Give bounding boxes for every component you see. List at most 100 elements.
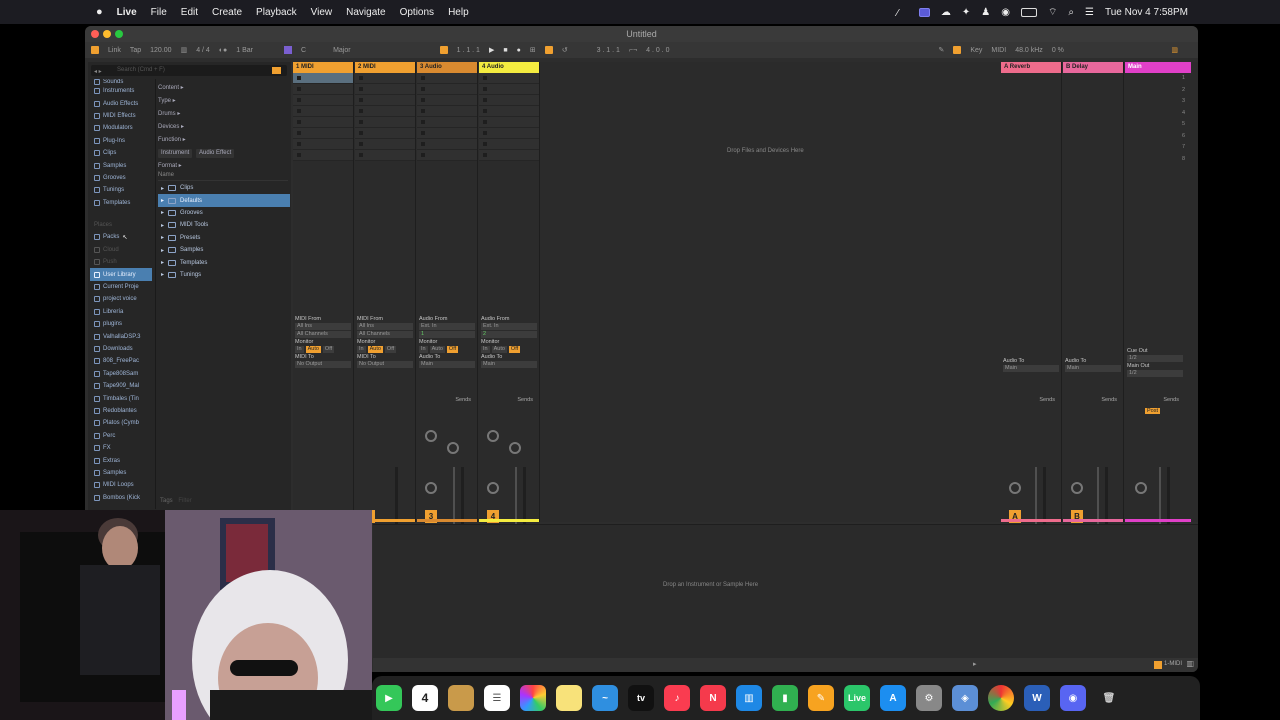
send-b-knob[interactable]: [447, 442, 459, 454]
photos-icon[interactable]: [520, 685, 546, 711]
track-header[interactable]: 3 Audio: [417, 62, 477, 73]
send-a-knob[interactable]: [487, 430, 499, 442]
input-channel-select[interactable]: All Channels: [295, 331, 351, 338]
sidebar-item-redoblantes[interactable]: Redoblantes: [90, 405, 152, 417]
sidebar-item-instruments[interactable]: Instruments: [90, 85, 152, 97]
monitor-auto-button[interactable]: Auto: [367, 346, 383, 353]
pan-knob[interactable]: [1009, 482, 1021, 494]
clip-slot[interactable]: [355, 128, 415, 139]
close-window-button[interactable]: [91, 30, 99, 38]
browser-divider[interactable]: [155, 79, 156, 509]
spark-icon[interactable]: ✦: [962, 7, 970, 18]
output-select[interactable]: No Output: [295, 361, 351, 368]
expand-arrow-icon[interactable]: ▸: [161, 209, 164, 216]
menu-navigate[interactable]: Navigate: [339, 7, 392, 18]
draw-mode-icon[interactable]: ✎: [938, 46, 944, 54]
clip-slot[interactable]: [479, 150, 539, 161]
input-type-select[interactable]: All Ins: [295, 323, 351, 330]
clip-slot[interactable]: [293, 73, 353, 84]
menubar-clock[interactable]: Tue Nov 4 7:58PM: [1105, 7, 1188, 18]
apple-menu-icon[interactable]: ●: [0, 6, 110, 18]
sidebar-item-tape909[interactable]: Tape909_Mal: [90, 380, 152, 392]
clip-slot[interactable]: [355, 139, 415, 150]
time-signature-field[interactable]: 4 / 4: [196, 47, 210, 54]
sidebar-item-bombos[interactable]: Bombos (Kick: [90, 492, 152, 504]
monitor-auto-button[interactable]: Auto: [491, 346, 507, 353]
send-b-knob[interactable]: [509, 442, 521, 454]
numbers-icon[interactable]: ▮: [772, 685, 798, 711]
filter-toggle-icon[interactable]: [272, 67, 281, 74]
clip-slot[interactable]: [417, 150, 477, 161]
clip-slot[interactable]: [293, 95, 353, 106]
sidebar-item-fx[interactable]: FX: [90, 442, 152, 454]
appstore-icon[interactable]: A: [880, 685, 906, 711]
filter-function[interactable]: Function ▸: [158, 134, 288, 147]
track-color-icon[interactable]: [1154, 661, 1162, 669]
clip-slot[interactable]: [293, 128, 353, 139]
loop-icon[interactable]: ↺: [562, 46, 568, 54]
menu-edit[interactable]: Edit: [174, 7, 205, 18]
drive-icon[interactable]: ◈: [952, 685, 978, 711]
sidebar-item-plugins[interactable]: Plug-Ins: [90, 135, 152, 147]
filter-devices[interactable]: Devices ▸: [158, 121, 288, 134]
monitor-in-button[interactable]: In: [419, 346, 428, 353]
keynote-icon[interactable]: ▥: [736, 685, 762, 711]
sidebar-item-templates[interactable]: Templates: [90, 197, 152, 209]
tags-filter[interactable]: Tags Filter: [160, 498, 192, 504]
key-map-label[interactable]: Key: [970, 47, 982, 54]
monitor-in-button[interactable]: In: [481, 346, 490, 353]
scene-launch-5[interactable]: 5: [1125, 119, 1185, 131]
file-row-tunings[interactable]: ▸ Tunings: [158, 269, 290, 281]
main-out-select[interactable]: 1/2: [1127, 370, 1183, 377]
clip-slot[interactable]: [293, 139, 353, 150]
monitor-off-button[interactable]: Off: [508, 346, 521, 353]
sidebar-item-samples-folder[interactable]: Samples: [90, 467, 152, 479]
cloud-icon[interactable]: ☁: [941, 7, 951, 18]
clip-slot[interactable]: [479, 106, 539, 117]
file-row-presets[interactable]: ▸ Presets: [158, 232, 290, 244]
expand-arrow-icon[interactable]: ▸: [161, 271, 164, 278]
live-icon[interactable]: Live: [844, 685, 870, 711]
control-center-icon[interactable]: ☰: [1085, 7, 1094, 18]
monitor-in-button[interactable]: In: [357, 346, 366, 353]
output-select[interactable]: No Output: [357, 361, 413, 368]
filter-chip-instrument[interactable]: Instrument: [158, 149, 193, 158]
sidebar-item-valhalla[interactable]: ValhallaDSP.3: [90, 330, 152, 342]
file-row-templates[interactable]: ▸ Templates: [158, 256, 290, 268]
input-type-select[interactable]: All Ins: [357, 323, 413, 330]
scale-mode-icon[interactable]: [284, 46, 293, 54]
minimize-window-button[interactable]: [103, 30, 111, 38]
expand-arrow-icon[interactable]: ▸: [161, 259, 164, 266]
clip-slot[interactable]: [479, 139, 539, 150]
input-type-select[interactable]: Ext. In: [481, 323, 537, 330]
appletv-icon[interactable]: tv: [628, 685, 654, 711]
output-select[interactable]: Main: [1065, 365, 1121, 372]
monitor-in-button[interactable]: In: [295, 346, 304, 353]
sidebar-item-modulators[interactable]: Modulators: [90, 122, 152, 134]
screen-mirror-icon[interactable]: [918, 7, 930, 17]
post-button[interactable]: Post: [1145, 408, 1161, 414]
menu-file[interactable]: File: [144, 7, 174, 18]
facetime-icon[interactable]: ▶: [376, 685, 402, 711]
output-select[interactable]: Main: [481, 361, 537, 368]
expand-arrow-icon[interactable]: ▸: [161, 197, 164, 204]
sidebar-item-tunings[interactable]: Tunings: [90, 184, 152, 196]
scene-launch-6[interactable]: 6: [1125, 131, 1185, 143]
record-button[interactable]: ●: [517, 47, 521, 54]
clip-slot[interactable]: [355, 84, 415, 95]
notes-icon[interactable]: [448, 685, 474, 711]
clip-slot[interactable]: [479, 95, 539, 106]
expand-arrow-icon[interactable]: ▸: [161, 222, 164, 229]
sidebar-item-tape808[interactable]: Tape808Sam: [90, 368, 152, 380]
clip-slot[interactable]: [355, 106, 415, 117]
battery-icon[interactable]: [1021, 7, 1037, 17]
clip-slot[interactable]: [479, 117, 539, 128]
clip-slot[interactable]: [355, 95, 415, 106]
clip-slot[interactable]: [417, 139, 477, 150]
expand-arrow-icon[interactable]: ▸: [161, 234, 164, 241]
stickies-icon[interactable]: [556, 685, 582, 711]
sidebar-item-samples[interactable]: Samples: [90, 159, 152, 171]
track-header[interactable]: A Reverb: [1001, 62, 1061, 73]
stop-button[interactable]: ■: [503, 47, 507, 54]
output-select[interactable]: Main: [1003, 365, 1059, 372]
